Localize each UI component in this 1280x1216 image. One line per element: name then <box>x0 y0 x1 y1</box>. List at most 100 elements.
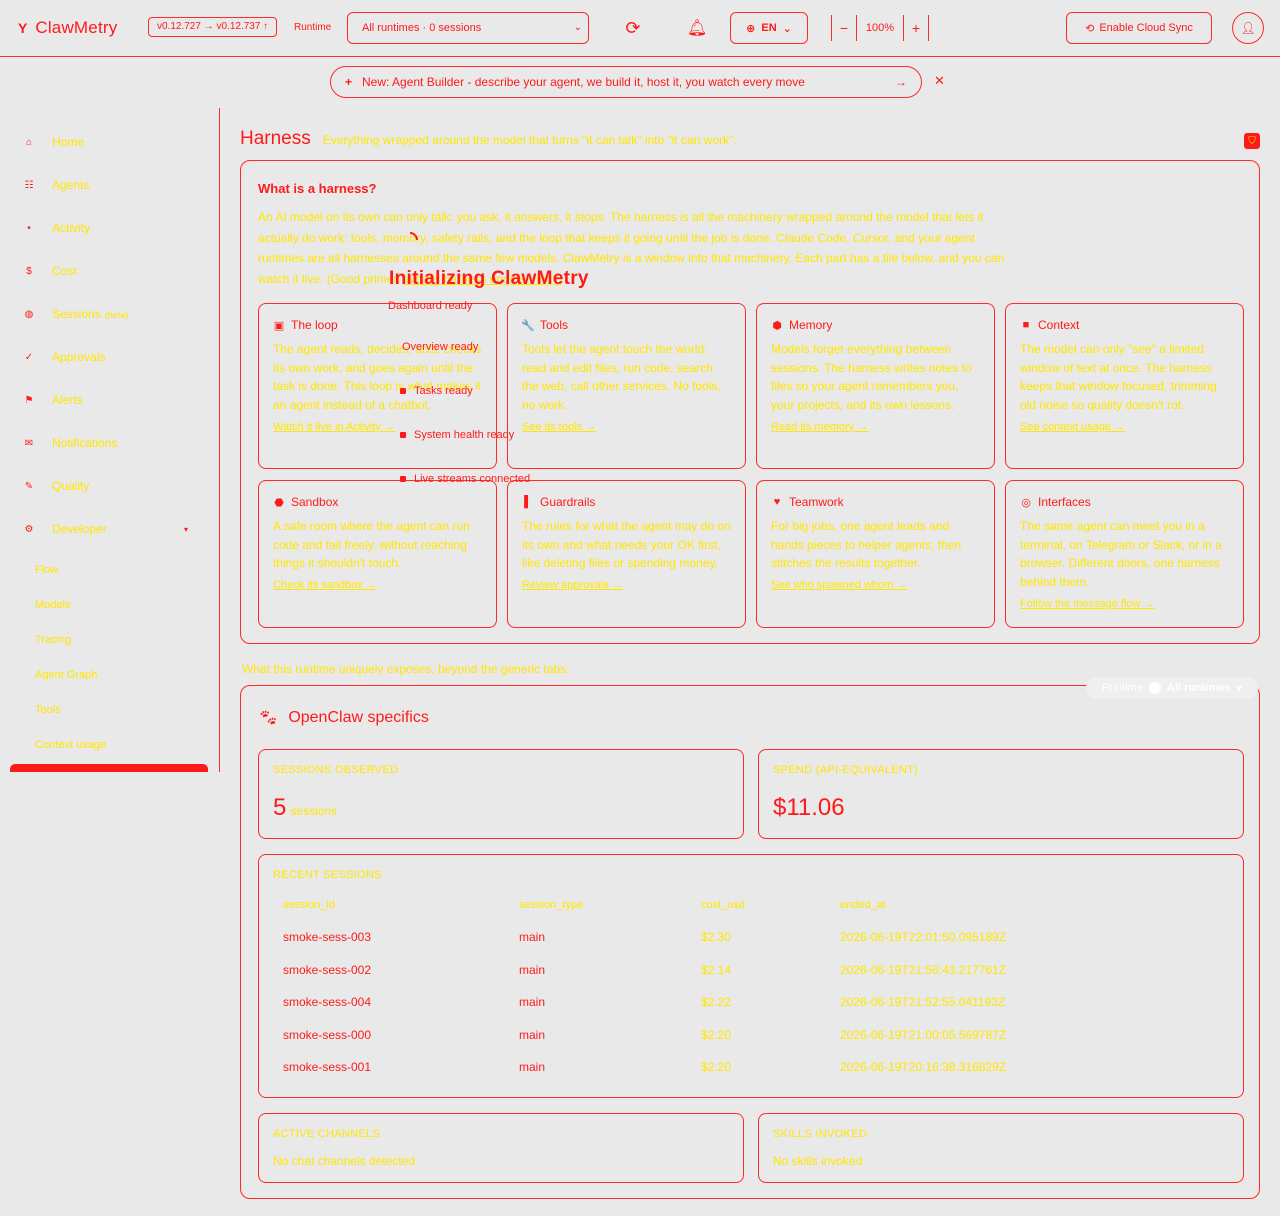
runtime-label: Runtime <box>294 22 332 33</box>
card-title: Memory <box>789 318 833 332</box>
card-teamwork: ♥ Teamwork For big jobs, one agent leads … <box>756 480 995 628</box>
chat-icon: ◎ <box>1021 496 1031 509</box>
card-title: Guardrails <box>540 495 596 509</box>
enable-cloud-sync-button[interactable]: ⟲ Enable Cloud Sync <box>1066 12 1212 44</box>
page-subtitle: Everything wrapped around the model that… <box>322 133 737 147</box>
grid-icon: ☷ <box>24 179 34 191</box>
memory-icon: ⬢ <box>772 319 782 332</box>
chevron-down-icon: ▾ <box>184 524 189 534</box>
card-guardrails: ▌ Guardrails The rules for what the agent… <box>507 480 746 628</box>
card-link[interactable]: Review approvals → <box>522 579 731 591</box>
card-tools: 🔧 Tools Tools let the agent touch the wor… <box>507 303 746 469</box>
table-row[interactable]: smoke-sess-001 main $2.20 2026-06-19T20:… <box>283 1051 1170 1084</box>
card-context: ■ Context The model can only "see" a limi… <box>1005 303 1244 469</box>
recent-sessions-table: session_id session_type cost_usd ended_a… <box>283 899 1170 1084</box>
sidebar-subitem-flow[interactable]: Flow <box>35 564 58 576</box>
stat-label: ACTIVE CHANNELS <box>273 1128 381 1140</box>
table-row[interactable]: smoke-sess-002 main $2.14 2026-06-19T21:… <box>283 954 1170 987</box>
sidebar-item-alerts[interactable]: ⚑ Alerts <box>24 393 83 407</box>
sidebar-subitem-agent-graph[interactable]: Agent Graph <box>35 669 97 681</box>
quality-icon: ✎ <box>24 480 34 492</box>
app-logo[interactable]: Y ClawMetry <box>18 18 117 38</box>
column-header[interactable]: ended_at <box>840 899 1170 921</box>
refresh-button[interactable]: ⟳ <box>616 12 650 44</box>
dollar-icon: $ <box>26 265 32 277</box>
guardrail-icon: ▌ <box>524 496 532 508</box>
page-title: Harness Everything wrapped around the mo… <box>240 128 737 150</box>
table-row[interactable]: smoke-sess-000 main $2.20 2026-06-19T21:… <box>283 1019 1170 1052</box>
sidebar-subitem-context-usage[interactable]: Context usage <box>35 739 106 751</box>
column-header[interactable]: cost_usd <box>701 899 840 921</box>
card-link[interactable]: See who spawned whom → <box>771 579 980 591</box>
version-badge[interactable]: v0.12.727 → v0.12.737 ↑ <box>148 17 278 37</box>
cell-session-type: main <box>519 962 546 977</box>
cell-cost: $2.22 <box>701 995 732 1010</box>
stat-label: SKILLS INVOKED <box>773 1128 868 1140</box>
language-value: EN <box>761 22 777 34</box>
user-avatar-button[interactable]: 👤︎ <box>1232 12 1264 44</box>
sidebar-item-developer[interactable]: ⚙ Developer ▾ <box>24 522 204 536</box>
card-body: For big jobs, one agent leads and hands … <box>771 519 962 571</box>
banner-close-button[interactable]: ✕ <box>934 73 945 89</box>
notifications-button[interactable]: 🔔︎ <box>682 12 712 44</box>
init-step: Overview ready <box>402 341 479 353</box>
card-title: The loop <box>291 318 338 332</box>
init-step: Tasks ready <box>400 385 473 397</box>
sidebar-subitem-tracing[interactable]: Tracing <box>35 634 71 646</box>
check-icon: ✓ <box>24 351 34 363</box>
shield-icon[interactable]: ⛉ <box>1244 133 1260 149</box>
flag-icon: ⚑ <box>24 394 34 406</box>
cell-session-id: smoke-sess-003 <box>283 930 372 945</box>
runtime-filter-pill[interactable]: Runtime All runtimes ▾ <box>1086 677 1258 699</box>
column-header[interactable]: session_id <box>283 899 519 921</box>
table-row[interactable]: smoke-sess-003 main $2.30 2026-06-19T22:… <box>283 921 1170 954</box>
language-select[interactable]: ⊕ EN ⌄ <box>730 12 808 44</box>
announcement-banner[interactable]: + New: Agent Builder - describe your age… <box>330 66 922 98</box>
card-link[interactable]: See context usage → <box>1020 421 1229 433</box>
card-title: Interfaces <box>1038 495 1091 509</box>
stat-label: SESSIONS OBSERVED <box>273 764 399 776</box>
context-icon: ■ <box>1022 319 1030 331</box>
sidebar-item-label: Developer <box>52 522 107 536</box>
sidebar-subitem-models[interactable]: Models <box>35 599 70 611</box>
bell-icon: 🔔︎ <box>686 20 708 37</box>
card-link[interactable]: Check its sandbox → <box>273 579 482 591</box>
column-header[interactable]: session_type <box>519 899 701 921</box>
paw-icon: 🐾︎ <box>258 710 279 727</box>
sidebar-item-sessions[interactable]: ◍ Sessions (beta) <box>24 307 129 321</box>
card-title: Context <box>1038 318 1080 332</box>
openclaw-title: 🐾︎ OpenClaw specifics <box>258 709 429 727</box>
cell-ended-at: 2026-06-19T21:52:55.041193Z <box>840 995 1006 1010</box>
heart-icon: ♥ <box>773 496 781 508</box>
zoom-in-button[interactable]: + <box>903 15 929 41</box>
table-header-row: session_id session_type cost_usd ended_a… <box>283 899 1170 921</box>
card-link[interactable]: Read its memory → <box>771 421 980 433</box>
sidebar-item-agents[interactable]: ☷ Agents <box>24 178 90 192</box>
zoom-out-button[interactable]: − <box>831 15 857 41</box>
runtime-select[interactable]: All runtimes · 0 sessions ⌄ <box>347 12 589 44</box>
globe-icon: ⊕ <box>746 22 756 35</box>
harness-panel: What is a harness? An AI model on its ow… <box>240 160 1260 644</box>
sidebar-item-notifications[interactable]: ✉ Notifications <box>24 436 118 450</box>
sidebar-item-activity[interactable]: • Activity <box>24 221 90 235</box>
table-row[interactable]: smoke-sess-004 main $2.22 2026-06-19T21:… <box>283 986 1170 1019</box>
chevron-down-icon: ⌄ <box>573 22 582 33</box>
card-title: Sandbox <box>291 495 339 509</box>
sidebar-subitem-tools[interactable]: Tools <box>35 704 61 716</box>
sidebar-item-cost[interactable]: $ Cost <box>24 264 76 278</box>
harness-heading: What is a harness? <box>258 181 377 196</box>
beta-badge: (beta) <box>104 310 129 320</box>
sidebar-item-quality[interactable]: ✎ Quality <box>24 479 90 493</box>
loop-icon: ▣ <box>273 319 285 332</box>
sidebar-item-home[interactable]: ⌂ Home <box>24 135 84 149</box>
card-link[interactable]: Follow the message flow → <box>1020 598 1229 610</box>
init-step: System health ready <box>400 429 514 441</box>
empty-state-text: No chat channels detected <box>273 1154 416 1168</box>
cell-ended-at: 2026-06-19T21:00:05.569787Z <box>840 1027 1007 1042</box>
runtime-filter-label: Runtime <box>1101 682 1143 694</box>
cell-session-type: main <box>519 995 546 1010</box>
zoom-control: − 100% + <box>831 14 929 42</box>
sidebar-item-approvals[interactable]: ✓ Approvals <box>24 350 106 364</box>
cell-cost: $2.20 <box>701 1060 732 1075</box>
card-link[interactable]: See its tools → <box>522 421 731 433</box>
